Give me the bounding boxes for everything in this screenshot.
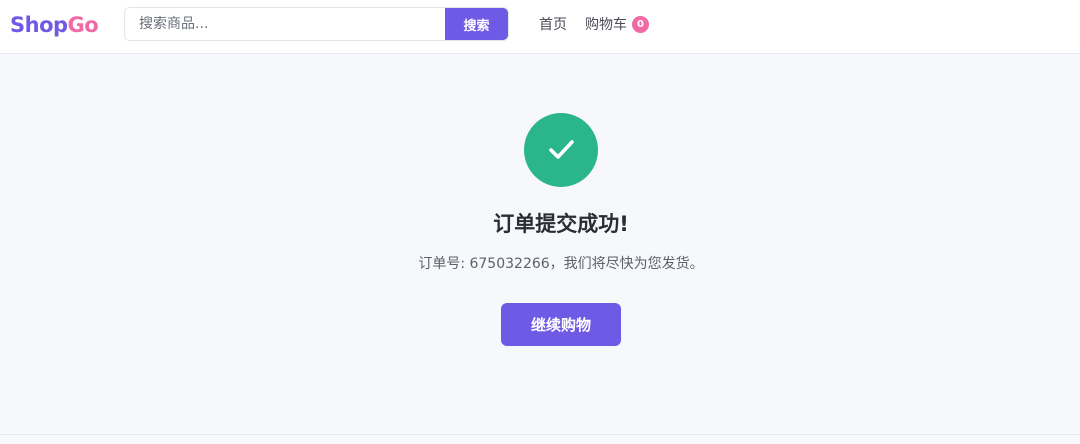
order-success-page: 订单提交成功! 订单号: 675032266，我们将尽快为您发货。 继续购物 [0,54,1080,434]
brand-shop-text: Shop [10,13,68,37]
shopgo-logo[interactable]: ShopGo [10,12,99,38]
nav-home-link[interactable]: 首页 [539,14,567,34]
top-header: ShopGo 搜索 首页 购物车 0 [0,0,1080,54]
search-input[interactable] [125,8,445,40]
search-button[interactable]: 搜索 [445,8,508,40]
continue-shopping-button[interactable]: 继续购物 [501,303,621,346]
success-title: 订单提交成功! [493,212,629,236]
footer-divider [0,434,1080,435]
search-bar: 搜索 [124,7,509,41]
check-icon [524,113,598,187]
cart-count-badge: 0 [632,15,649,33]
cart-label: 购物车 [585,17,627,33]
main-nav: 首页 购物车 0 [539,14,649,34]
nav-cart-link[interactable]: 购物车 0 [585,14,649,34]
brand-go-text: Go [67,13,99,37]
order-number-message: 订单号: 675032266，我们将尽快为您发货。 [418,256,704,272]
